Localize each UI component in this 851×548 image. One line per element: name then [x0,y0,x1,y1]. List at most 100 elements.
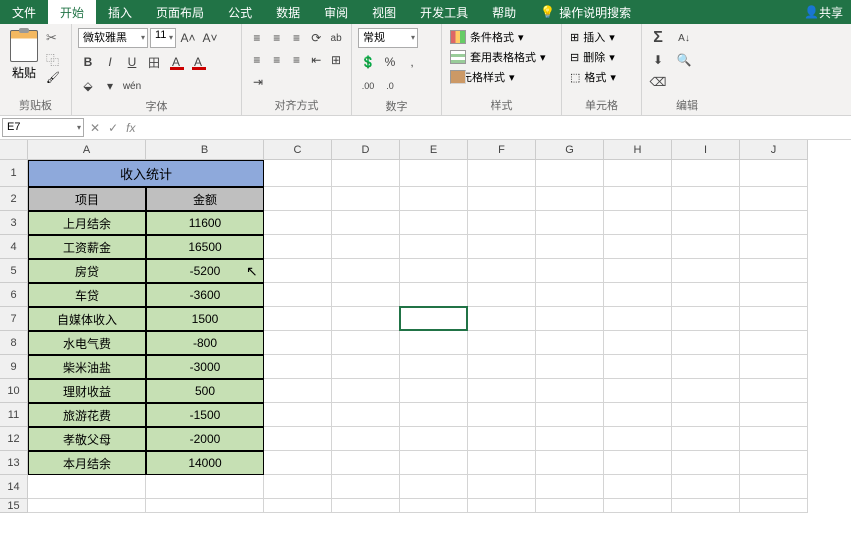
cell[interactable] [28,499,146,513]
tab-view[interactable]: 视图 [360,0,408,24]
cell[interactable] [672,307,740,331]
row-header[interactable]: 8 [0,331,28,355]
cell[interactable] [740,451,808,475]
tell-me-search[interactable]: 💡 操作说明搜索 [528,0,643,24]
increase-indent-button[interactable]: ⇥ [248,72,268,92]
cell[interactable] [536,403,604,427]
cell[interactable] [536,211,604,235]
cell[interactable] [536,283,604,307]
cell[interactable] [604,283,672,307]
row-header[interactable]: 12 [0,427,28,451]
column-header[interactable]: F [468,140,536,160]
bold-button[interactable]: B [78,52,98,72]
row-header[interactable]: 6 [0,283,28,307]
cell[interactable] [468,427,536,451]
cell[interactable] [332,403,400,427]
cell[interactable] [672,259,740,283]
cell[interactable] [740,187,808,211]
data-cell[interactable]: -800 [146,331,264,355]
row-header[interactable]: 14 [0,475,28,499]
cell[interactable] [468,451,536,475]
row-header[interactable]: 7 [0,307,28,331]
row-header[interactable]: 1 [0,160,28,187]
cell[interactable] [604,475,672,499]
cell[interactable] [146,499,264,513]
cell[interactable] [400,427,468,451]
cell[interactable] [264,331,332,355]
data-cell[interactable]: 14000 [146,451,264,475]
cell[interactable] [604,331,672,355]
cell[interactable] [604,211,672,235]
delete-cells-button[interactable]: ⊟删除▾ [568,48,635,66]
font-color-a-button[interactable]: A [166,52,186,72]
clear-button[interactable]: ⌫ [648,72,668,92]
cell[interactable] [672,427,740,451]
cell[interactable] [536,475,604,499]
cell[interactable] [332,499,400,513]
cell[interactable] [468,379,536,403]
row-header[interactable]: 15 [0,499,28,513]
align-center-button[interactable]: ≡ [268,50,286,70]
cell[interactable] [536,451,604,475]
data-cell[interactable]: 本月结余 [28,451,146,475]
cell[interactable] [332,427,400,451]
row-header[interactable]: 11 [0,403,28,427]
row-header[interactable]: 9 [0,355,28,379]
row-header[interactable]: 3 [0,211,28,235]
cell[interactable] [468,187,536,211]
cell[interactable] [740,211,808,235]
cell[interactable] [400,475,468,499]
cell[interactable] [264,160,332,187]
increase-decimal-button[interactable]: .00 [358,76,378,96]
row-header[interactable]: 13 [0,451,28,475]
cell[interactable] [264,307,332,331]
cell[interactable] [400,160,468,187]
cell[interactable] [468,331,536,355]
cell[interactable] [400,355,468,379]
cell[interactable] [672,235,740,259]
cell[interactable] [468,475,536,499]
column-header[interactable]: J [740,140,808,160]
data-cell[interactable]: 1500 [146,307,264,331]
cell[interactable] [264,355,332,379]
format-painter-icon[interactable] [46,70,62,86]
cell[interactable] [264,499,332,513]
copy-icon[interactable] [46,50,62,66]
data-cell[interactable]: -2000 [146,427,264,451]
cell[interactable] [672,283,740,307]
cell[interactable] [400,403,468,427]
cell[interactable] [468,259,536,283]
cell[interactable] [264,451,332,475]
currency-button[interactable]: 💲 [358,52,378,72]
percent-button[interactable]: % [380,52,400,72]
cell[interactable] [264,283,332,307]
cell[interactable] [332,211,400,235]
column-header[interactable]: A [28,140,146,160]
cell[interactable] [536,235,604,259]
cell[interactable] [400,259,468,283]
cell[interactable] [740,499,808,513]
cell[interactable] [740,235,808,259]
tab-data[interactable]: 数据 [264,0,312,24]
cell[interactable] [468,355,536,379]
font-name-select[interactable]: 微软雅黑 ▾ [78,28,148,48]
cell[interactable] [740,355,808,379]
cell[interactable] [536,187,604,211]
tab-home[interactable]: 开始 [48,0,96,24]
cell[interactable] [332,235,400,259]
cell[interactable] [468,283,536,307]
cell[interactable] [332,451,400,475]
data-cell[interactable]: 旅游花费 [28,403,146,427]
decrease-indent-button[interactable]: ⇤ [307,50,325,70]
tab-dev[interactable]: 开发工具 [408,0,480,24]
cell[interactable] [264,427,332,451]
orientation-button[interactable]: ⟳ [307,28,325,48]
cell[interactable] [468,235,536,259]
decrease-font-button[interactable]: A˅ [200,28,220,48]
cell[interactable] [332,355,400,379]
comma-button[interactable]: , [402,52,422,72]
conditional-format-button[interactable]: 条件格式▾ [448,28,555,46]
fx-icon[interactable]: fx [126,121,135,135]
column-header[interactable]: B [146,140,264,160]
cell[interactable] [332,331,400,355]
